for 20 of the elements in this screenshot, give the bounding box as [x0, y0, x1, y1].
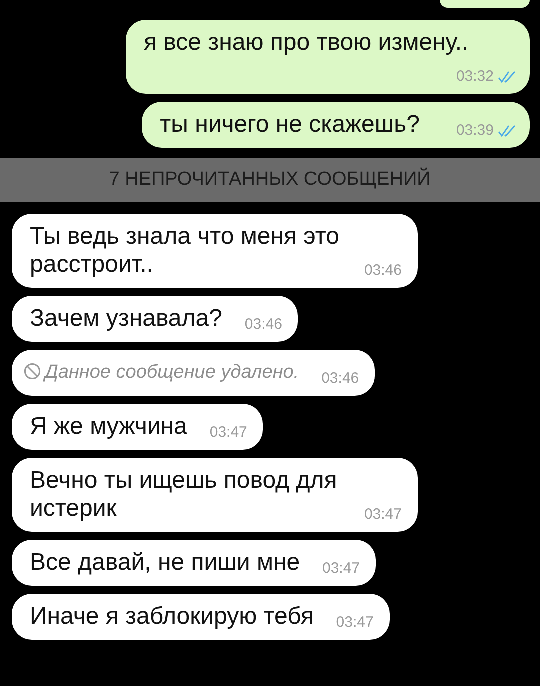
message-text: Иначе я заблокирую тебя [30, 603, 314, 630]
message-time: 03:47 [364, 506, 402, 524]
message-text: Ты ведь знала что меня это расстроит.. [30, 223, 340, 278]
message-time: 03:46 [322, 370, 360, 388]
message-time: 03:47 [322, 560, 360, 578]
message-time: 03:46 [244, 316, 282, 334]
unread-messages-banner: 7 НЕПРОЧИТАННЫХ СООБЩЕНИЙ [0, 158, 540, 202]
message-text: Все давай, не пиши мне [30, 549, 300, 576]
message-text: я все знаю про твою измену.. [144, 29, 469, 56]
message-text: Я же мужчина [30, 413, 188, 440]
message-text: Зачем узнавала? [30, 305, 222, 332]
message-time: 03:32 [456, 68, 494, 86]
message-text: Вечно ты ищешь повод для истерик [30, 467, 338, 522]
message-time: 03:47 [336, 614, 374, 632]
message-time: 03:47 [210, 424, 248, 442]
message-time: 03:39 [456, 122, 494, 140]
prohibited-icon [24, 363, 41, 380]
message-time: 03:46 [364, 262, 402, 280]
deleted-message-text: Данное сообщение удалено. [45, 362, 300, 383]
message-text: ты ничего не скажешь? [160, 111, 420, 138]
